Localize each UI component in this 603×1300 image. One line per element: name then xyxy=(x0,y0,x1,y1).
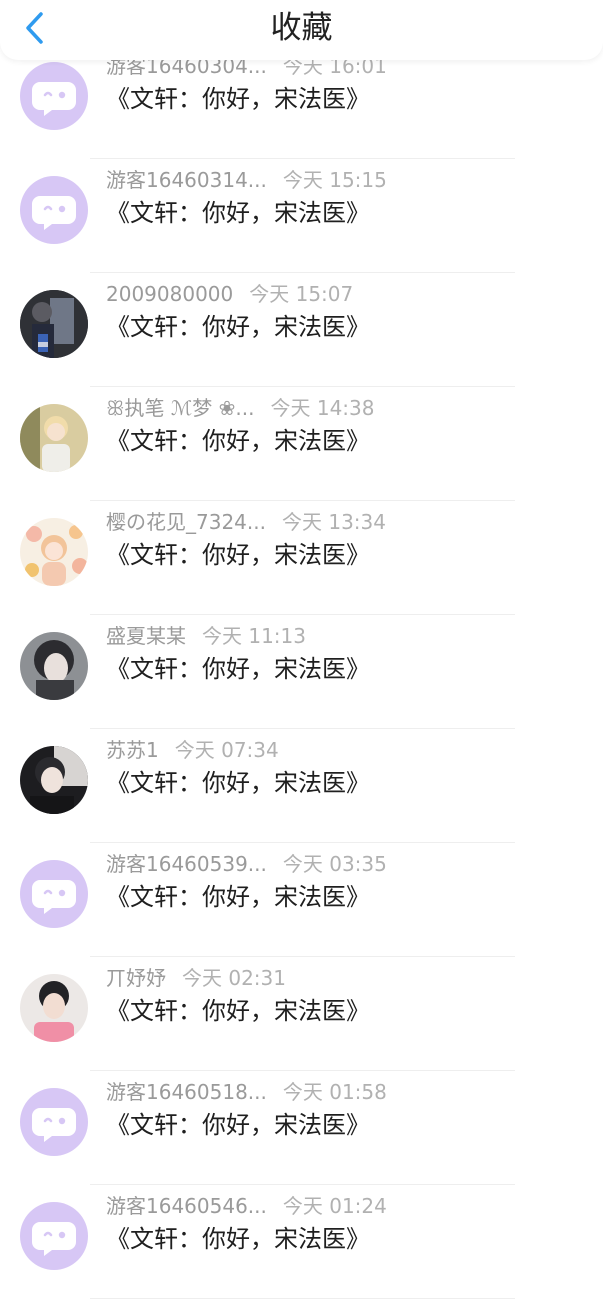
chat-bubble-icon xyxy=(20,176,88,244)
item-username: 盛夏某某 xyxy=(106,624,186,648)
item-content: 《文轩：你好，宋法医》 xyxy=(106,313,370,341)
divider xyxy=(90,1184,515,1185)
item-time: 今天 02:31 xyxy=(182,966,286,990)
user-photo-avatar xyxy=(20,290,88,358)
chat-bubble-icon xyxy=(20,860,88,928)
divider xyxy=(90,158,515,159)
item-time: 今天 15:07 xyxy=(249,282,354,306)
item-time: 今天 07:34 xyxy=(174,738,279,762)
item-content: 《文轩：你好，宋法医》 xyxy=(106,883,370,911)
item-time: 今天 11:13 xyxy=(202,624,306,648)
divider xyxy=(90,1070,515,1071)
list-item[interactable]: 樱の花见_7324... 今天 13:34 《文轩：你好，宋法医》 xyxy=(0,502,603,616)
chat-bubble-icon xyxy=(20,62,88,130)
item-content: 《文轩：你好，宋法医》 xyxy=(106,85,370,113)
item-time: 今天 03:35 xyxy=(282,852,387,876)
item-content: 《文轩：你好，宋法医》 xyxy=(106,199,370,227)
divider xyxy=(90,386,515,387)
chat-bubble-icon xyxy=(20,1202,88,1270)
item-content: 《文轩：你好，宋法医》 xyxy=(106,427,370,455)
user-photo-avatar xyxy=(20,404,88,472)
list-item[interactable]: ꕥ执笔 ℳ梦 ❀... 今天 14:38 《文轩：你好，宋法医》 xyxy=(0,388,603,502)
user-photo-avatar xyxy=(20,518,88,586)
guest-avatar xyxy=(20,176,88,244)
user-photo-avatar xyxy=(20,974,88,1042)
top-bar: 收藏 xyxy=(0,0,603,60)
divider xyxy=(90,728,515,729)
item-username: 游客16460539... xyxy=(106,852,267,876)
list-item[interactable]: 2009080000 今天 15:07 《文轩：你好，宋法医》 xyxy=(0,274,603,388)
item-username: 樱の花见_7324... xyxy=(106,510,266,534)
guest-avatar xyxy=(20,1088,88,1156)
item-time: 今天 01:58 xyxy=(282,1080,387,1104)
item-time: 今天 01:24 xyxy=(282,1194,387,1218)
list-item[interactable]: 游客16460314... 今天 15:15 《文轩：你好，宋法医》 xyxy=(0,160,603,274)
divider xyxy=(90,272,515,273)
list-item[interactable]: 盛夏某某 今天 11:13 《文轩：你好，宋法医》 xyxy=(0,616,603,730)
item-content: 《文轩：你好，宋法医》 xyxy=(106,769,370,797)
item-username: 丌妤妤 xyxy=(106,966,166,990)
item-username: 游客16460314... xyxy=(106,168,267,192)
divider xyxy=(90,614,515,615)
user-photo-avatar xyxy=(20,632,88,700)
divider xyxy=(90,500,515,501)
user-photo-avatar xyxy=(20,746,88,814)
chat-bubble-icon xyxy=(20,1088,88,1156)
item-content: 《文轩：你好，宋法医》 xyxy=(106,1225,370,1253)
guest-avatar xyxy=(20,62,88,130)
list-item[interactable]: 苏苏1 今天 07:34 《文轩：你好，宋法医》 xyxy=(0,730,603,844)
list-item[interactable]: 游客16460304... 今天 16:01 《文轩：你好，宋法医》 xyxy=(0,46,603,160)
divider xyxy=(90,842,515,843)
item-username: ꕥ执笔 ℳ梦 ❀... xyxy=(106,396,255,420)
item-time: 今天 15:15 xyxy=(282,168,387,192)
item-username: 苏苏1 xyxy=(106,738,159,762)
item-time: 今天 14:38 xyxy=(270,396,375,420)
divider xyxy=(90,956,515,957)
list-item[interactable]: 游客16460546... 今天 01:24 《文轩：你好，宋法医》 xyxy=(0,1186,603,1300)
item-content: 《文轩：你好，宋法医》 xyxy=(106,655,370,683)
item-content: 《文轩：你好，宋法医》 xyxy=(106,997,370,1025)
item-content: 《文轩：你好，宋法医》 xyxy=(106,1111,370,1139)
item-content: 《文轩：你好，宋法医》 xyxy=(106,541,370,569)
guest-avatar xyxy=(20,1202,88,1270)
item-username: 游客16460546... xyxy=(106,1194,267,1218)
item-username: 游客16460518... xyxy=(106,1080,267,1104)
page-title: 收藏 xyxy=(270,10,333,46)
list-item[interactable]: 游客16460518... 今天 01:58 《文轩：你好，宋法医》 xyxy=(0,1072,603,1186)
divider xyxy=(90,1298,515,1299)
item-time: 今天 13:34 xyxy=(281,510,386,534)
item-username: 2009080000 xyxy=(106,282,234,306)
guest-avatar xyxy=(20,860,88,928)
list-item[interactable]: 游客16460539... 今天 03:35 《文轩：你好，宋法医》 xyxy=(0,844,603,958)
list-item[interactable]: 丌妤妤 今天 02:31 《文轩：你好，宋法医》 xyxy=(0,958,603,1072)
